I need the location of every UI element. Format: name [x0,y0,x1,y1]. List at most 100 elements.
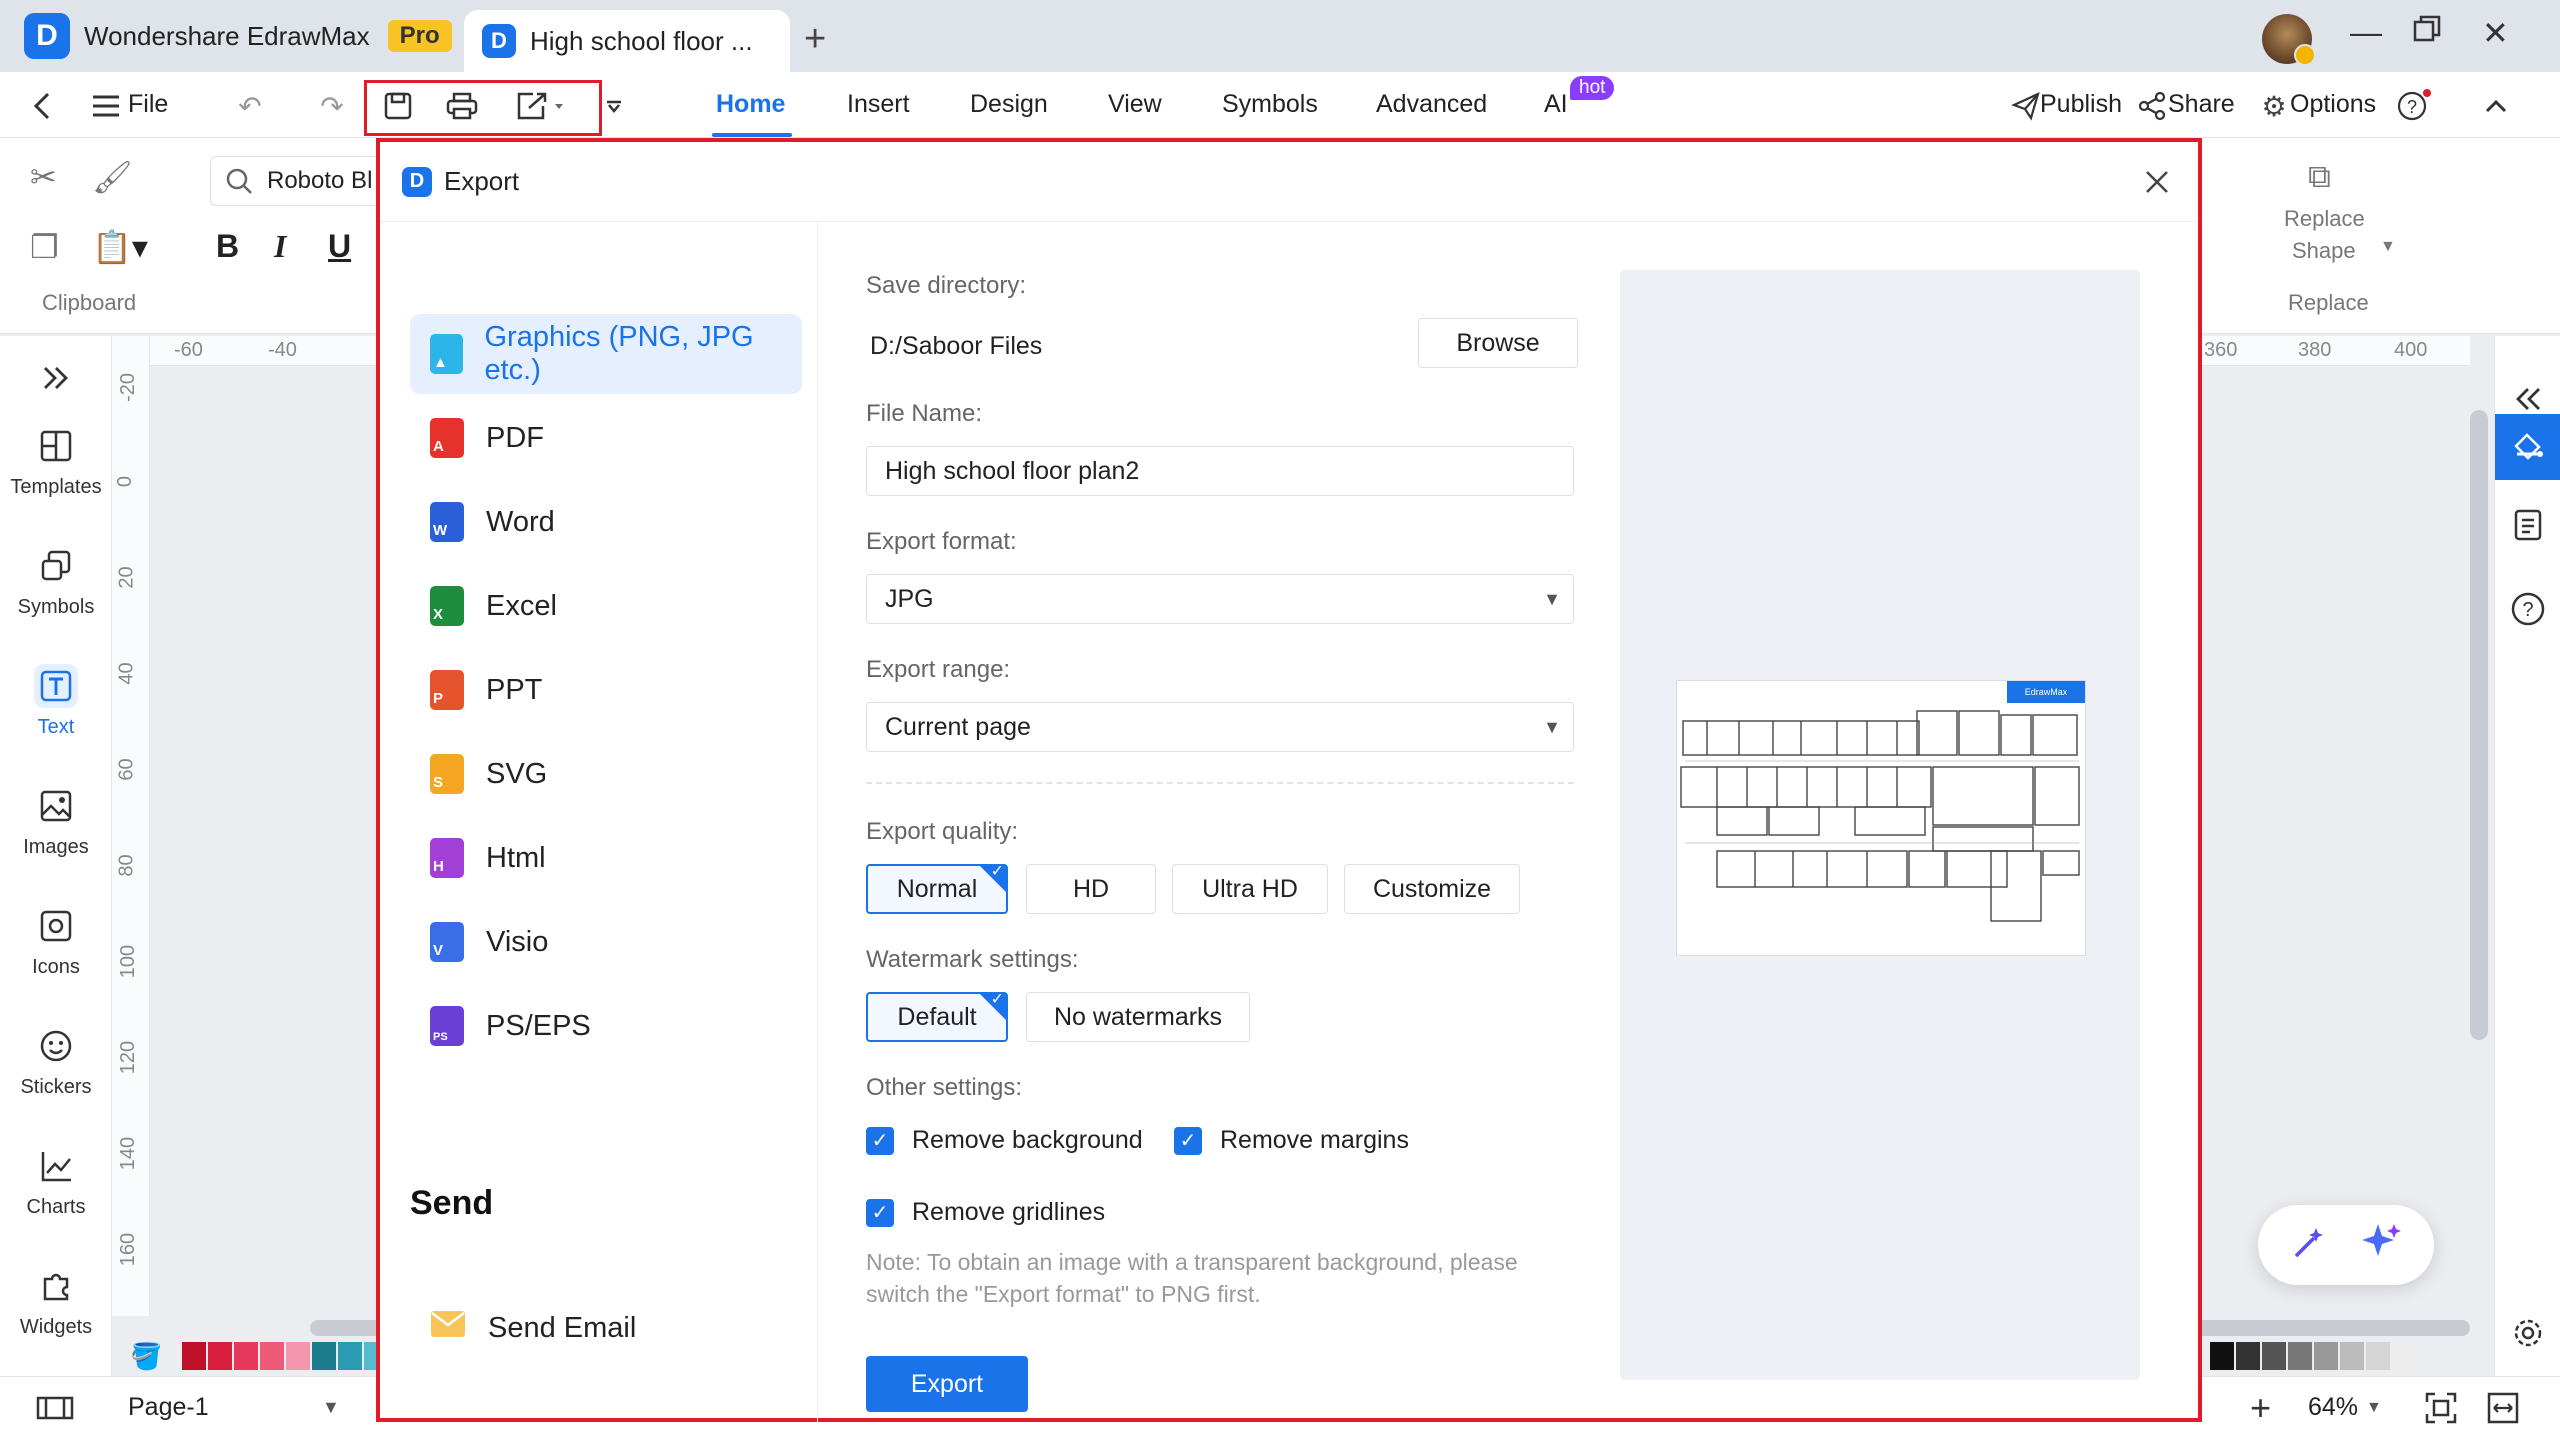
tab-design[interactable]: Design [970,90,1048,119]
format-visio[interactable]: V Visio [410,902,802,982]
tab-home[interactable]: Home [716,90,785,119]
file-name-input[interactable]: High school floor plan2 [866,446,1574,496]
remove-margins-checkbox[interactable]: ✓ Remove margins [1174,1126,1409,1155]
back-icon[interactable] [20,84,64,128]
format-excel[interactable]: X Excel [410,566,802,646]
restore-icon[interactable] [2412,14,2442,52]
quality-ultra-hd-option[interactable]: Ultra HD [1172,864,1328,914]
format-graphics[interactable]: ▲ Graphics (PNG, JPG etc.) [410,314,802,394]
replace-dropdown-icon[interactable]: ▼ [2380,238,2396,256]
zoom-level[interactable]: 64% [2308,1393,2358,1422]
sidebar-item-icons[interactable]: Icons [0,904,112,979]
format-word[interactable]: W Word [410,482,802,562]
color-swatch[interactable] [312,1342,336,1370]
color-swatch[interactable] [2314,1342,2338,1370]
color-swatch[interactable] [2392,1342,2416,1370]
fit-page-icon[interactable] [2424,1391,2458,1430]
replace-shape-label-2[interactable]: Shape [2292,238,2356,264]
fill-bucket-icon[interactable]: 🪣 [130,1342,170,1370]
fill-style-icon[interactable] [2495,414,2560,480]
close-window-icon[interactable]: ✕ [2482,14,2509,52]
undo-icon[interactable]: ↶ [228,84,272,128]
new-tab-button[interactable]: + [804,18,826,61]
export-button[interactable]: Export [866,1356,1028,1412]
color-swatch[interactable] [2262,1342,2286,1370]
format-html[interactable]: H Html [410,818,802,898]
zoom-in-icon[interactable]: + [2250,1387,2271,1429]
color-swatch[interactable] [2366,1342,2390,1370]
options-button[interactable]: Options [2290,90,2376,119]
color-swatch[interactable] [2236,1342,2260,1370]
expand-sidebar-button[interactable] [0,356,112,400]
tab-ai[interactable]: AI [1544,90,1568,119]
tab-view[interactable]: View [1108,90,1162,119]
color-swatch[interactable] [234,1342,258,1370]
color-swatch[interactable] [338,1342,362,1370]
italic-icon[interactable]: I [274,228,286,265]
format-ppt[interactable]: P PPT [410,650,802,730]
color-swatch[interactable] [286,1342,310,1370]
document-tab[interactable]: D High school floor ... [464,10,790,72]
color-swatch[interactable] [2210,1342,2234,1370]
vertical-scrollbar[interactable] [2470,410,2488,1040]
settings-gear-icon[interactable] [2495,1300,2560,1366]
quality-customize-option[interactable]: Customize [1344,864,1520,914]
magic-wand-icon[interactable] [2288,1222,2330,1269]
format-painter-icon[interactable]: 🖌 [92,158,133,196]
watermark-default-option[interactable]: Default [866,989,1008,1042]
paste-icon[interactable]: 📋▾ [92,228,148,266]
ai-sparkle-icon[interactable] [2358,1220,2404,1271]
collapse-ribbon-icon[interactable] [2474,84,2518,128]
fit-width-icon[interactable] [2486,1391,2520,1430]
browse-button[interactable]: Browse [1418,318,1578,368]
minimize-icon[interactable]: — [2350,14,2382,51]
format-pdf[interactable]: A PDF [410,398,802,478]
help-circle-icon[interactable]: ? [2495,576,2560,642]
tab-symbols[interactable]: Symbols [1222,90,1318,119]
font-selector[interactable]: Roboto Bl [210,156,390,206]
export-format-select[interactable]: JPG ▼ [866,574,1574,624]
replace-shape-icon[interactable]: ⧉ [2308,158,2331,196]
cut-icon[interactable]: ✂ [30,158,57,196]
format-svg[interactable]: S SVG [410,734,802,814]
quality-hd-option[interactable]: HD [1026,864,1156,914]
sidebar-item-text[interactable]: Text [0,664,112,739]
page-list-icon[interactable] [36,1395,74,1426]
page-properties-icon[interactable] [2495,492,2560,558]
replace-shape-label-1[interactable]: Replace [2284,206,2365,232]
remove-background-checkbox[interactable]: ✓ Remove background [866,1126,1143,1155]
remove-gridlines-checkbox[interactable]: ✓ Remove gridlines [866,1198,1105,1227]
send-email-item[interactable]: Send Email [410,1288,802,1368]
sidebar-item-symbols[interactable]: Symbols [0,544,112,619]
format-ps-eps[interactable]: PS PS/EPS [410,986,802,1066]
avatar[interactable] [2262,14,2316,66]
tab-advanced[interactable]: Advanced [1376,90,1487,119]
underline-icon[interactable]: U [328,228,351,265]
close-icon[interactable] [2144,160,2170,205]
export-range-select[interactable]: Current page ▼ [866,702,1574,752]
color-swatch[interactable] [182,1342,206,1370]
tab-insert[interactable]: Insert [847,90,910,119]
redo-icon[interactable]: ↷ [310,84,354,128]
menu-icon[interactable] [84,84,128,128]
sidebar-item-widgets[interactable]: Widgets [0,1264,112,1339]
sidebar-item-templates[interactable]: Templates [0,424,112,499]
publish-button[interactable]: Publish [2040,90,2122,119]
page-selector[interactable]: Page-1 [128,1393,209,1422]
color-swatch[interactable] [2340,1342,2364,1370]
bold-icon[interactable]: B [216,228,239,265]
color-swatch[interactable] [260,1342,284,1370]
color-swatch[interactable] [208,1342,232,1370]
help-icon[interactable]: ? [2392,84,2436,128]
sidebar-item-charts[interactable]: Charts [0,1144,112,1219]
zoom-dropdown-icon[interactable]: ▼ [2366,1399,2382,1417]
share-button[interactable]: Share [2168,90,2235,119]
app-tab[interactable]: D Wondershare EdrawMax Pro [24,12,452,60]
watermark-none-option[interactable]: No watermarks [1026,992,1250,1042]
color-swatch[interactable] [2288,1342,2312,1370]
file-menu[interactable]: File [128,90,168,119]
page-dropdown-icon[interactable]: ▼ [322,1397,340,1418]
sidebar-item-images[interactable]: Images [0,784,112,859]
quality-normal-option[interactable]: Normal [866,861,1008,914]
copy-icon[interactable]: ❐ [30,228,59,266]
